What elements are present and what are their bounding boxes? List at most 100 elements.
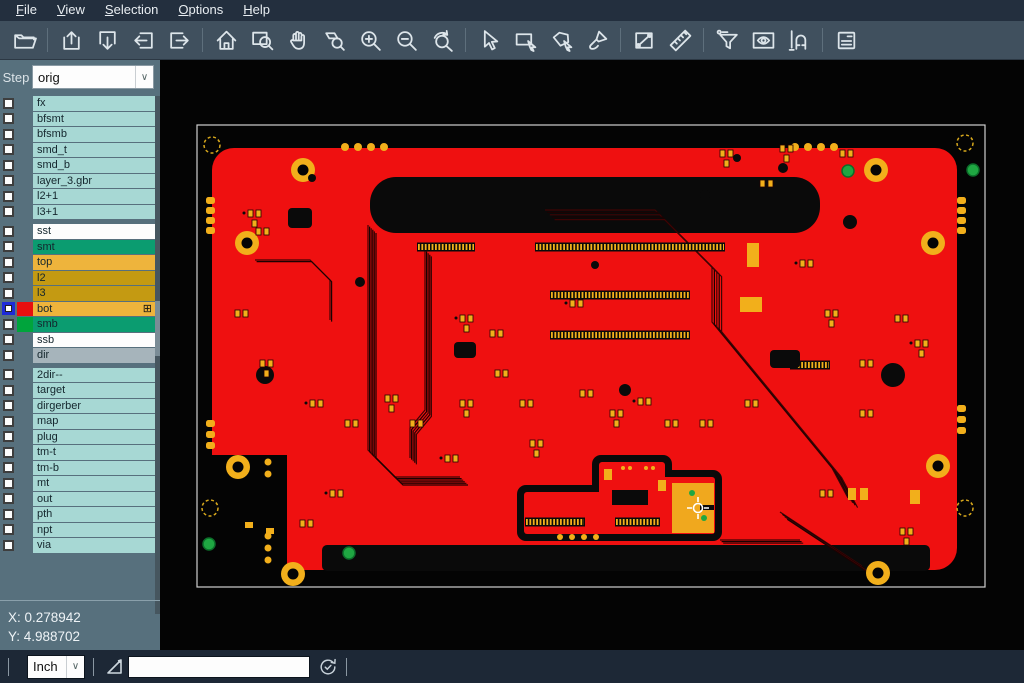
layer-label[interactable]: bfsmt [33, 112, 155, 127]
layer-visibility-checkbox[interactable] [0, 286, 17, 301]
open-button[interactable] [6, 23, 42, 57]
layer-label[interactable]: tm-t [33, 445, 155, 460]
clear-button[interactable] [579, 23, 615, 57]
layer-row-l2+1[interactable]: l2+1 [0, 189, 155, 205]
layer-label[interactable]: out [33, 492, 155, 507]
layer-label[interactable]: l3+1 [33, 205, 155, 220]
angle-measure-icon[interactable] [104, 656, 126, 678]
layer-visibility-checkbox[interactable] [0, 507, 17, 522]
layer-row-target[interactable]: target [0, 383, 155, 399]
layer-visibility-checkbox[interactable] [0, 445, 17, 460]
layer-row-dirgerber[interactable]: dirgerber [0, 399, 155, 415]
pan-right-button[interactable] [161, 23, 197, 57]
layer-label[interactable]: target [33, 383, 155, 398]
pan-up-button[interactable] [53, 23, 89, 57]
layer-label[interactable]: smd_t [33, 143, 155, 158]
layer-row-npt[interactable]: npt [0, 523, 155, 539]
layer-visibility-checkbox[interactable] [0, 368, 17, 383]
layer-visibility-checkbox[interactable] [0, 348, 17, 363]
layer-label[interactable]: top [33, 255, 155, 270]
layer-visibility-checkbox[interactable] [0, 492, 17, 507]
layer-label[interactable]: bfsmb [33, 127, 155, 142]
zoom-in-button[interactable] [352, 23, 388, 57]
layer-color-swatch[interactable] [17, 302, 33, 317]
layer-visibility-checkbox[interactable] [0, 461, 17, 476]
layer-visibility-checkbox[interactable] [0, 414, 17, 429]
layer-visibility-checkbox[interactable] [0, 333, 17, 348]
layer-row-sst[interactable]: sst [0, 224, 155, 240]
zoom-selection-button[interactable] [316, 23, 352, 57]
layer-label[interactable]: npt [33, 523, 155, 538]
menu-options[interactable]: Options [168, 0, 233, 21]
rectangle-select-button[interactable] [507, 23, 543, 57]
layer-visibility-checkbox[interactable] [0, 158, 17, 173]
layer-row-l3+1[interactable]: l3+1 [0, 205, 155, 221]
layer-row-top[interactable]: top [0, 255, 155, 271]
layer-label[interactable]: mt [33, 476, 155, 491]
layer-visibility-checkbox[interactable] [0, 430, 17, 445]
pan-down-button[interactable] [89, 23, 125, 57]
menu-file[interactable]: File [6, 0, 47, 21]
layer-visibility-checkbox[interactable] [0, 224, 17, 239]
layer-color-swatch[interactable] [17, 317, 33, 332]
visibility-button[interactable] [745, 23, 781, 57]
layer-row-tm-b[interactable]: tm-b [0, 461, 155, 477]
layer-label[interactable]: smd_b [33, 158, 155, 173]
layer-row-layer_3.gbr[interactable]: layer_3.gbr [0, 174, 155, 190]
layer-visibility-checkbox[interactable] [0, 399, 17, 414]
layer-row-ssb[interactable]: ssb [0, 333, 155, 349]
layer-row-map[interactable]: map [0, 414, 155, 430]
layer-visibility-checkbox[interactable] [0, 174, 17, 189]
layer-row-smd_b[interactable]: smd_b [0, 158, 155, 174]
layer-row-smd_t[interactable]: smd_t [0, 143, 155, 159]
layer-visibility-checkbox[interactable] [0, 523, 17, 538]
menu-selection[interactable]: Selection [95, 0, 168, 21]
layer-visibility-checkbox[interactable] [0, 538, 17, 553]
layer-label[interactable]: l2 [33, 271, 155, 286]
layer-label[interactable]: ssb [33, 333, 155, 348]
layer-visibility-checkbox[interactable] [0, 317, 17, 332]
step-select[interactable]: orig ∨ [32, 65, 154, 89]
layer-label[interactable]: map [33, 414, 155, 429]
layer-label[interactable]: l2+1 [33, 189, 155, 204]
unit-select[interactable]: Inch ∨ [27, 655, 85, 679]
pcb-canvas[interactable] [160, 60, 1024, 650]
pcb-view[interactable] [160, 60, 1024, 650]
layer-visibility-checkbox[interactable] [0, 302, 17, 317]
home-view-button[interactable] [208, 23, 244, 57]
ruler-button[interactable] [662, 23, 698, 57]
layer-label[interactable]: pth [33, 507, 155, 522]
layer-label[interactable]: l3 [33, 286, 155, 301]
command-input[interactable] [128, 656, 310, 678]
layer-label[interactable]: bot⊞ [33, 302, 155, 317]
apply-refresh-icon[interactable] [318, 657, 338, 677]
pan-left-button[interactable] [125, 23, 161, 57]
pan-hand-button[interactable] [280, 23, 316, 57]
layer-row-via[interactable]: via [0, 538, 155, 554]
layer-label[interactable]: smb [33, 317, 155, 332]
layer-row-smt[interactable]: smt [0, 240, 155, 256]
layer-visibility-checkbox[interactable] [0, 112, 17, 127]
layer-label[interactable]: dir [33, 348, 155, 363]
layer-row-l2[interactable]: l2 [0, 271, 155, 287]
layer-visibility-checkbox[interactable] [0, 205, 17, 220]
log-panel-button[interactable] [828, 23, 864, 57]
zoom-window-button[interactable] [244, 23, 280, 57]
layer-visibility-checkbox[interactable] [0, 189, 17, 204]
layer-row-2dir--[interactable]: 2dir-- [0, 368, 155, 384]
layer-row-pth[interactable]: pth [0, 507, 155, 523]
layer-row-bot[interactable]: bot⊞ [0, 302, 155, 318]
layer-visibility-checkbox[interactable] [0, 271, 17, 286]
layer-row-bfsmt[interactable]: bfsmt [0, 112, 155, 128]
layer-row-mt[interactable]: mt [0, 476, 155, 492]
layer-visibility-checkbox[interactable] [0, 96, 17, 111]
menu-view[interactable]: View [47, 0, 95, 21]
layer-label[interactable]: fx [33, 96, 155, 111]
layer-visibility-checkbox[interactable] [0, 476, 17, 491]
polygon-select-button[interactable] [543, 23, 579, 57]
select-button[interactable] [471, 23, 507, 57]
layer-row-bfsmb[interactable]: bfsmb [0, 127, 155, 143]
layer-label[interactable]: via [33, 538, 155, 553]
measure-line-button[interactable] [626, 23, 662, 57]
layer-label[interactable]: tm-b [33, 461, 155, 476]
